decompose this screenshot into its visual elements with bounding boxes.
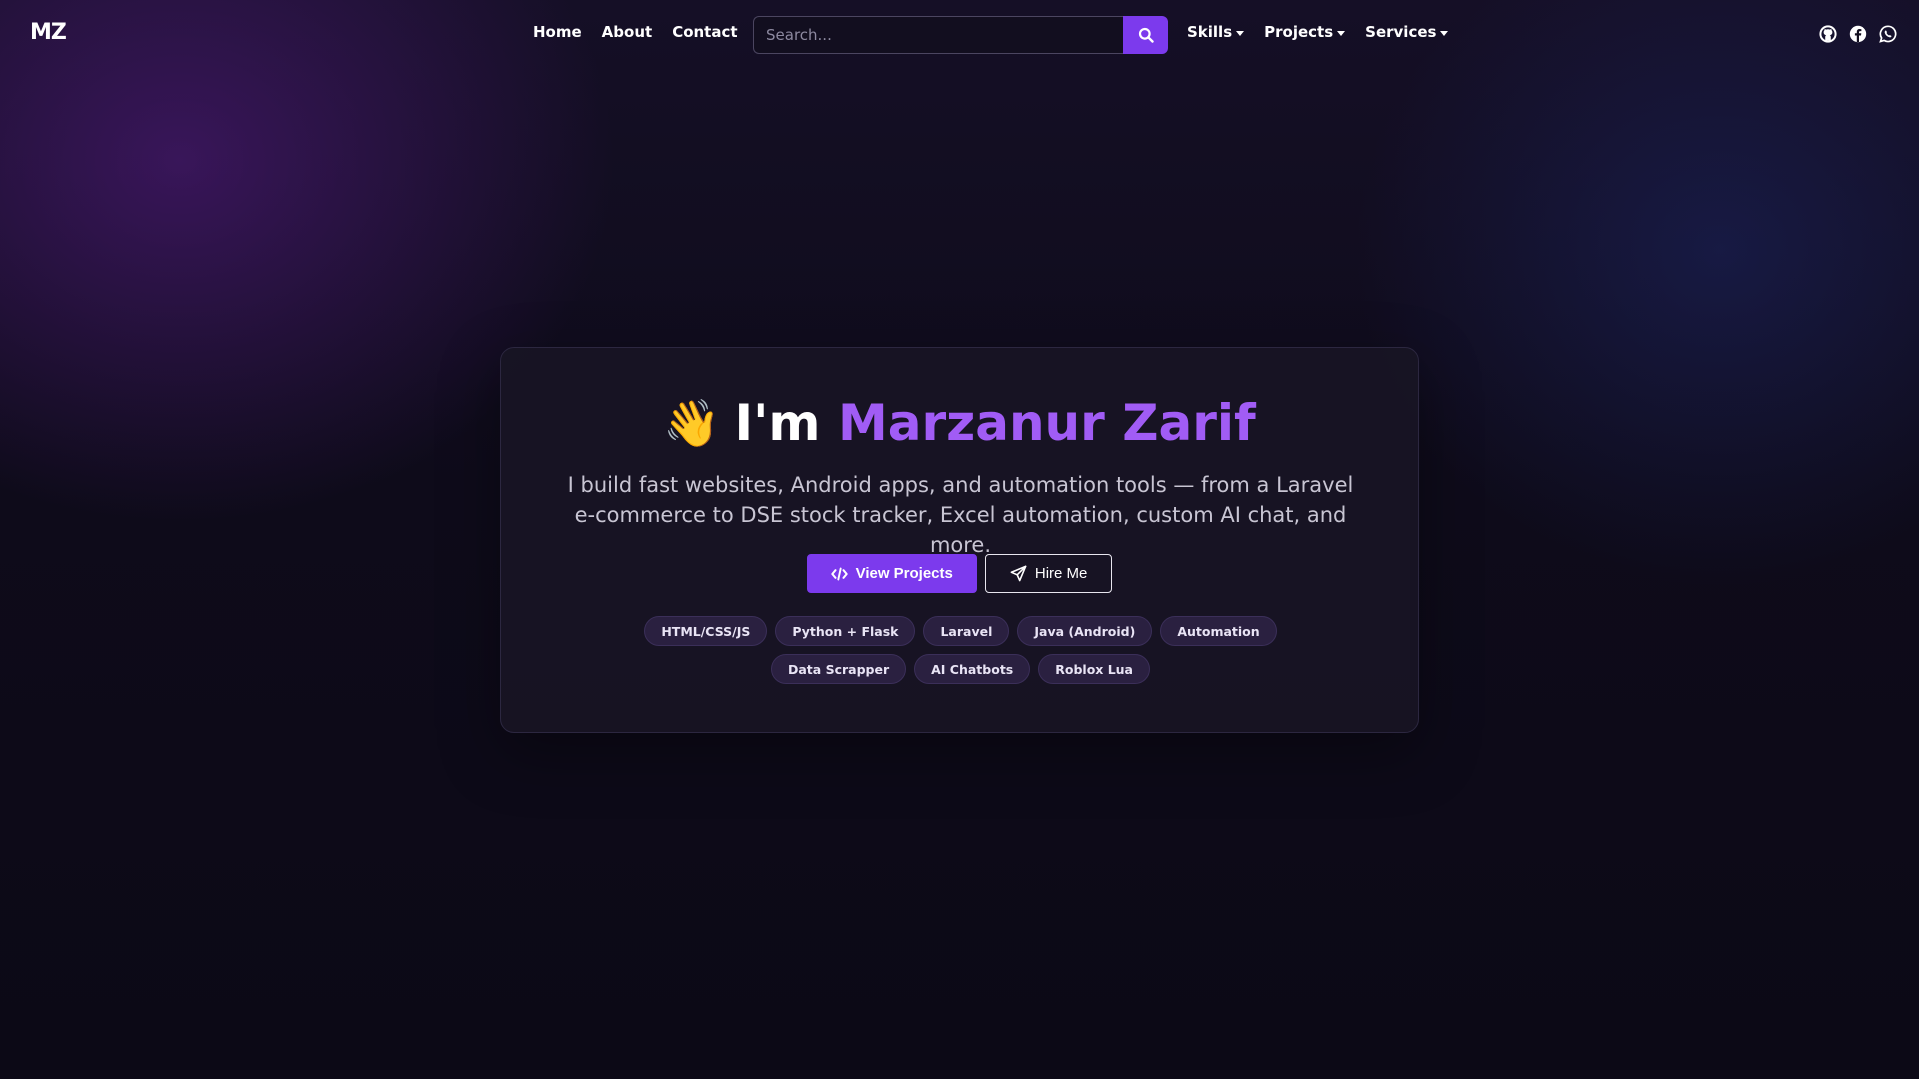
facebook-icon	[1849, 25, 1866, 42]
social-links	[1818, 24, 1897, 43]
search-icon	[1138, 27, 1154, 43]
skill-tag: Java (Android)	[1017, 616, 1153, 646]
caret-down-icon	[1440, 30, 1449, 36]
nav-links: Home About Contact	[533, 23, 738, 41]
hire-me-button[interactable]: Hire Me	[984, 554, 1113, 593]
hero-title: 👋 I'm Marzanur Zarif	[501, 393, 1418, 453]
caret-down-icon	[1236, 30, 1245, 36]
dropdown-projects[interactable]: Projects	[1264, 23, 1346, 41]
facebook-link[interactable]	[1848, 24, 1867, 43]
search-form	[753, 16, 1168, 54]
caret-down-icon	[1337, 30, 1346, 36]
hero-description-line-1: I build fast websites, Android apps, and…	[567, 473, 1354, 497]
view-projects-label: View Projects	[855, 565, 953, 582]
nav-link-contact[interactable]: Contact	[672, 23, 737, 41]
hero-description: I build fast websites, Android apps, and…	[541, 470, 1380, 560]
skill-tag: Automation	[1160, 616, 1277, 646]
hire-me-label: Hire Me	[1034, 565, 1088, 582]
brand-logo[interactable]: MZ	[30, 20, 67, 45]
hero-card: 👋 I'm Marzanur Zarif I build fast website…	[500, 347, 1419, 733]
paper-plane-icon	[1010, 565, 1027, 582]
skill-tag: Python + Flask	[775, 616, 916, 646]
dropdown-skills[interactable]: Skills	[1187, 23, 1245, 41]
waving-hand-emoji: 👋	[663, 396, 721, 450]
dropdown-skills-label: Skills	[1187, 23, 1233, 41]
nav-link-home[interactable]: Home	[533, 23, 582, 41]
view-projects-button[interactable]: View Projects	[806, 554, 977, 593]
hero-description-line-2: e-commerce to DSE stock tracker, Excel a…	[574, 503, 1347, 557]
skill-tag: Data Scrapper	[771, 654, 907, 684]
dropdown-services[interactable]: Services	[1365, 23, 1449, 41]
hero-title-name: Marzanur Zarif	[837, 394, 1256, 452]
github-icon	[1818, 24, 1837, 43]
github-link[interactable]	[1818, 24, 1837, 43]
skill-tag: HTML/CSS/JS	[644, 616, 768, 646]
whatsapp-icon	[1878, 24, 1896, 43]
skill-tag: Laravel	[923, 616, 1010, 646]
nav-dropdowns: Skills Projects Services	[1187, 23, 1449, 41]
whatsapp-link[interactable]	[1878, 24, 1897, 43]
navbar: MZ Home About Contact Skills Projects Se…	[0, 0, 1919, 68]
nav-link-about[interactable]: About	[602, 23, 653, 41]
dropdown-services-label: Services	[1365, 23, 1437, 41]
skill-tags: HTML/CSS/JS Python + Flask Laravel Java …	[591, 616, 1330, 684]
search-input[interactable]	[753, 16, 1123, 54]
hero-title-prefix: I'm	[734, 394, 821, 452]
code-icon	[830, 567, 848, 580]
dropdown-projects-label: Projects	[1264, 23, 1334, 41]
cta-buttons: View Projects Hire Me	[501, 554, 1418, 593]
search-button[interactable]	[1123, 16, 1168, 54]
skill-tag: AI Chatbots	[914, 654, 1031, 684]
skill-tag: Roblox Lua	[1038, 654, 1150, 684]
